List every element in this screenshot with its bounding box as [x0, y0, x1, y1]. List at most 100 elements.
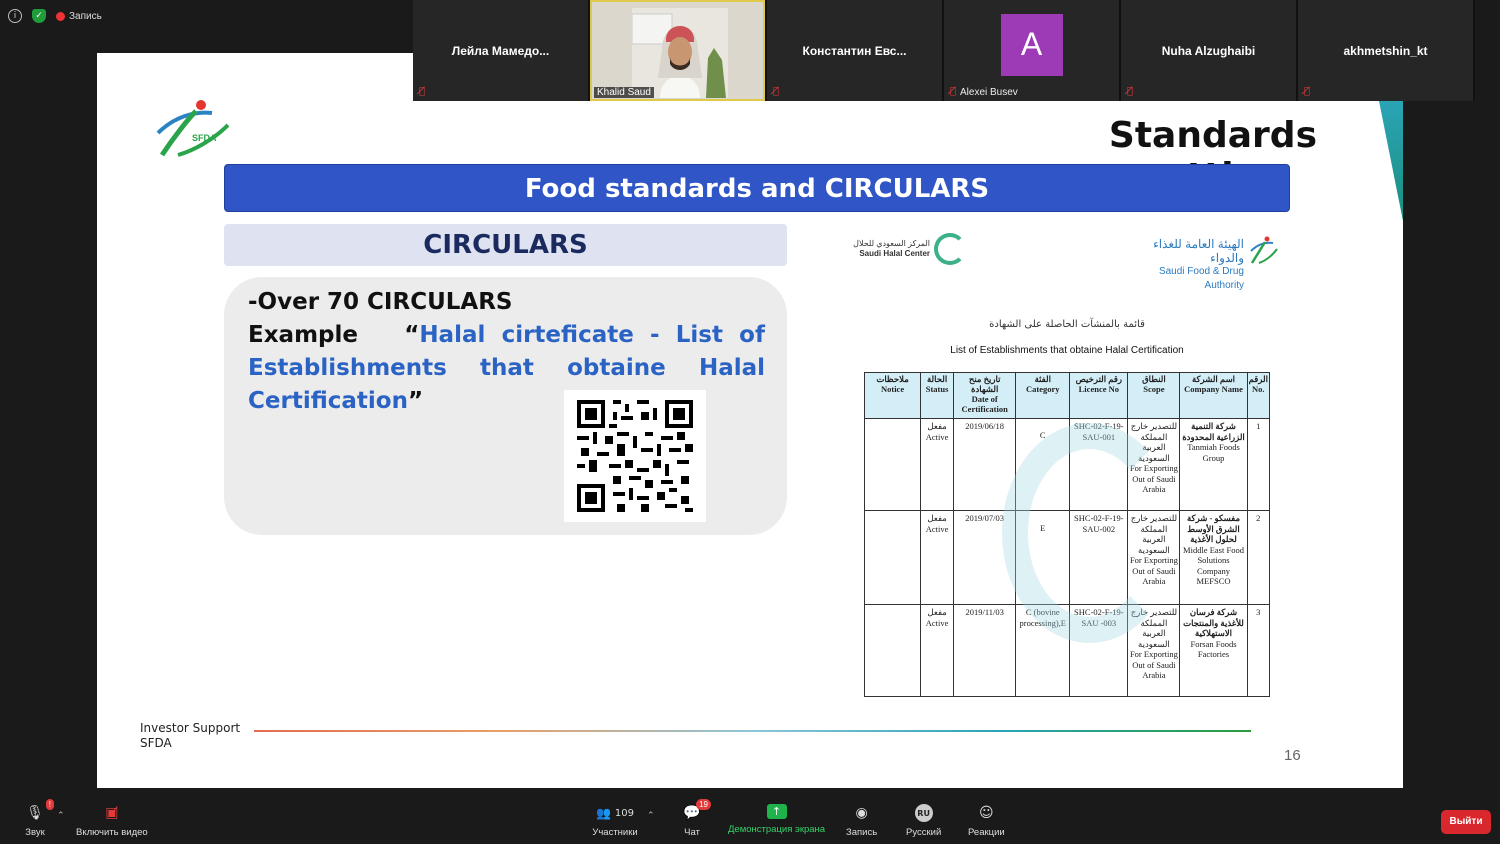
- language-globe-icon: RU: [913, 804, 935, 822]
- status-cell: مفعل Active: [920, 604, 955, 697]
- participants-strip: Лейла Мамедо... 🎙̸ Khalid Saud Константи…: [413, 0, 1475, 101]
- slide-accent-strip: [1379, 101, 1403, 221]
- halal-center-ar: المركز السعودي للحلال: [853, 239, 930, 248]
- date-cell: 2019/11/03: [953, 604, 1017, 697]
- halal-center-en: Saudi Halal Center: [859, 249, 930, 258]
- meeting-toolbar: 🎙! Звук ⌃ ▣̸ Включить видео 👥 109 Участн…: [0, 799, 1500, 844]
- share-screen-button[interactable]: ↑ Демонстрация экрана: [728, 804, 825, 835]
- date-cell: 2019/07/03: [953, 510, 1017, 605]
- participant-tile[interactable]: Nuha Alzughaibi 🎙̸: [1121, 0, 1296, 101]
- participant-name: Khalid Saud: [594, 87, 654, 98]
- date-cell: 2019/06/18: [953, 418, 1017, 511]
- category-cell: C (bovine processing),E: [1015, 604, 1071, 697]
- meeting-window: i ✓ Запись SFDA Standards setting Food s…: [0, 0, 1500, 844]
- licence-cell: SHC-02-F-19-SAU-001: [1069, 418, 1129, 511]
- language-button[interactable]: RU Русский: [906, 804, 941, 838]
- circulars-heading: CIRCULARS: [224, 224, 787, 266]
- sfda-en: Saudi Food & Drug Authority: [1158, 266, 1244, 291]
- participant-tile[interactable]: akhmetshin_kt 🎙̸: [1298, 0, 1473, 101]
- number-cell: 2: [1246, 510, 1271, 605]
- scope-cell: للتصدير خارج المملكة العربية السعودية For…: [1127, 604, 1181, 697]
- table-row: مفعل Active 2019/11/03 C (bovine processi…: [863, 604, 1271, 697]
- chat-label: Чат: [684, 827, 700, 838]
- participant-name: Лейла Мамедо...: [451, 43, 550, 58]
- notice-cell: [863, 418, 922, 511]
- participants-count: 109: [614, 807, 635, 819]
- table-row: مفعل Active 2019/06/18 C SHC-02-F-19-SAU-…: [863, 418, 1271, 511]
- participants-options-chevron-icon[interactable]: ⌃: [647, 810, 655, 821]
- participants-button[interactable]: 👥 109 Участники: [585, 804, 645, 838]
- column-header: الرقم No.: [1246, 372, 1271, 419]
- chat-unread-badge: 19: [696, 799, 711, 810]
- reactions-smiley-icon: ☺: [979, 805, 994, 821]
- video-off-icon: ▣̸: [105, 805, 119, 821]
- example-word: Example: [248, 322, 358, 348]
- qr-code: [564, 390, 706, 522]
- slide-footer-label: Investor Support SFDA: [140, 721, 240, 751]
- column-header: الفئة Category: [1015, 372, 1071, 419]
- top-status-bar: i ✓ Запись: [0, 0, 420, 32]
- participant-avatar-tile[interactable]: A 🎙̸ Alexei Busev: [944, 0, 1119, 101]
- chat-button[interactable]: 💬 19 Чат: [681, 799, 711, 838]
- circulars-count-text: -Over 70 CIRCULARS: [248, 289, 513, 315]
- muted-mic-icon: 🎙̸: [950, 86, 957, 97]
- sound-button[interactable]: 🎙! Звук: [24, 799, 54, 838]
- recording-dot-icon: [56, 11, 65, 21]
- halal-center-logo: [934, 233, 966, 265]
- column-header: الحالة Status: [920, 372, 955, 419]
- column-header: النطاق Scope: [1127, 372, 1181, 419]
- language-code: RU: [914, 804, 933, 822]
- record-icon: ◉: [855, 805, 868, 821]
- status-cell: مفعل Active: [920, 510, 955, 605]
- participant-name: Константин Евс...: [802, 43, 907, 58]
- sound-options-chevron-icon[interactable]: ⌃: [57, 810, 65, 821]
- reactions-button[interactable]: ☺ Реакции: [968, 804, 1005, 838]
- notice-cell: [863, 510, 922, 605]
- recording-indicator[interactable]: Запись: [56, 11, 102, 22]
- participant-video-tile[interactable]: Khalid Saud: [590, 0, 765, 101]
- leave-meeting-button[interactable]: Выйти: [1441, 810, 1491, 834]
- participant-tile[interactable]: Константин Евс... 🎙̸: [767, 0, 942, 101]
- muted-mic-icon: 🎙̸: [773, 86, 780, 97]
- record-button[interactable]: ◉ Запись: [846, 804, 877, 838]
- table-row: مفعل Active 2019/07/03 E SHC-02-F-19-SAU-…: [863, 510, 1271, 605]
- footer-line2: SFDA: [140, 736, 172, 750]
- category-cell: E: [1015, 510, 1071, 605]
- column-header: رقم الترخيص Licence No: [1069, 372, 1129, 419]
- recording-label: Запись: [69, 10, 102, 22]
- document-logos: المركز السعودي للحلال Saudi Halal Center…: [842, 233, 1282, 291]
- participant-video-feed: [632, 8, 728, 98]
- qr-code-icon: [577, 400, 693, 512]
- shared-slide: SFDA Standards setting Food standards an…: [97, 53, 1403, 788]
- licence-cell: SHC-02-F-19- SAU -003: [1069, 604, 1129, 697]
- number-cell: 3: [1246, 604, 1271, 697]
- sfda-mini-logo: [1250, 236, 1278, 264]
- security-shield-icon[interactable]: ✓: [32, 9, 46, 23]
- reactions-label: Реакции: [968, 827, 1005, 838]
- quote-open: “: [404, 322, 420, 348]
- chat-icon: 💬 19: [681, 799, 711, 822]
- footer-line1: Investor Support: [140, 721, 241, 735]
- column-header: تاريخ منح الشهادة Date of Certification: [953, 372, 1017, 419]
- certification-table: ملاحظات Notice الحالة Status تاريخ منح الش…: [863, 372, 1271, 697]
- participant-tile[interactable]: Лейла Мамедо... 🎙̸: [413, 0, 588, 101]
- microphone-icon: 🎙!: [24, 799, 54, 822]
- table-header-row: ملاحظات Notice الحالة Status تاريخ منح الش…: [863, 372, 1271, 419]
- column-header: اسم الشركة Company Name: [1179, 372, 1248, 419]
- licence-cell: SHC-02-F-19-SAU-002: [1069, 510, 1129, 605]
- participant-name: akhmetshin_kt: [1343, 43, 1428, 58]
- record-label: Запись: [846, 827, 878, 838]
- company-cell: شركة فرسان للأغذية والمنتجات الاستهلاكية…: [1179, 604, 1248, 697]
- info-icon[interactable]: i: [8, 9, 22, 23]
- start-video-button[interactable]: ▣̸ Включить видео: [76, 804, 148, 838]
- language-label: Русский: [906, 827, 942, 838]
- footer-divider: [254, 730, 1251, 732]
- share-screen-label: Демонстрация экрана: [728, 824, 826, 835]
- slide-page-number: 16: [1284, 747, 1301, 764]
- halal-center-logo-text: المركز السعودي للحلال Saudi Halal Center: [846, 239, 930, 259]
- column-header: ملاحظات Notice: [863, 372, 922, 419]
- quote-close: ”: [407, 388, 424, 414]
- circulars-box: -Over 70 CIRCULARS Example “Halal cirtef…: [224, 277, 787, 535]
- slide-banner: Food standards and CIRCULARS: [224, 164, 1290, 212]
- participants-icon: 👥 109: [595, 806, 635, 820]
